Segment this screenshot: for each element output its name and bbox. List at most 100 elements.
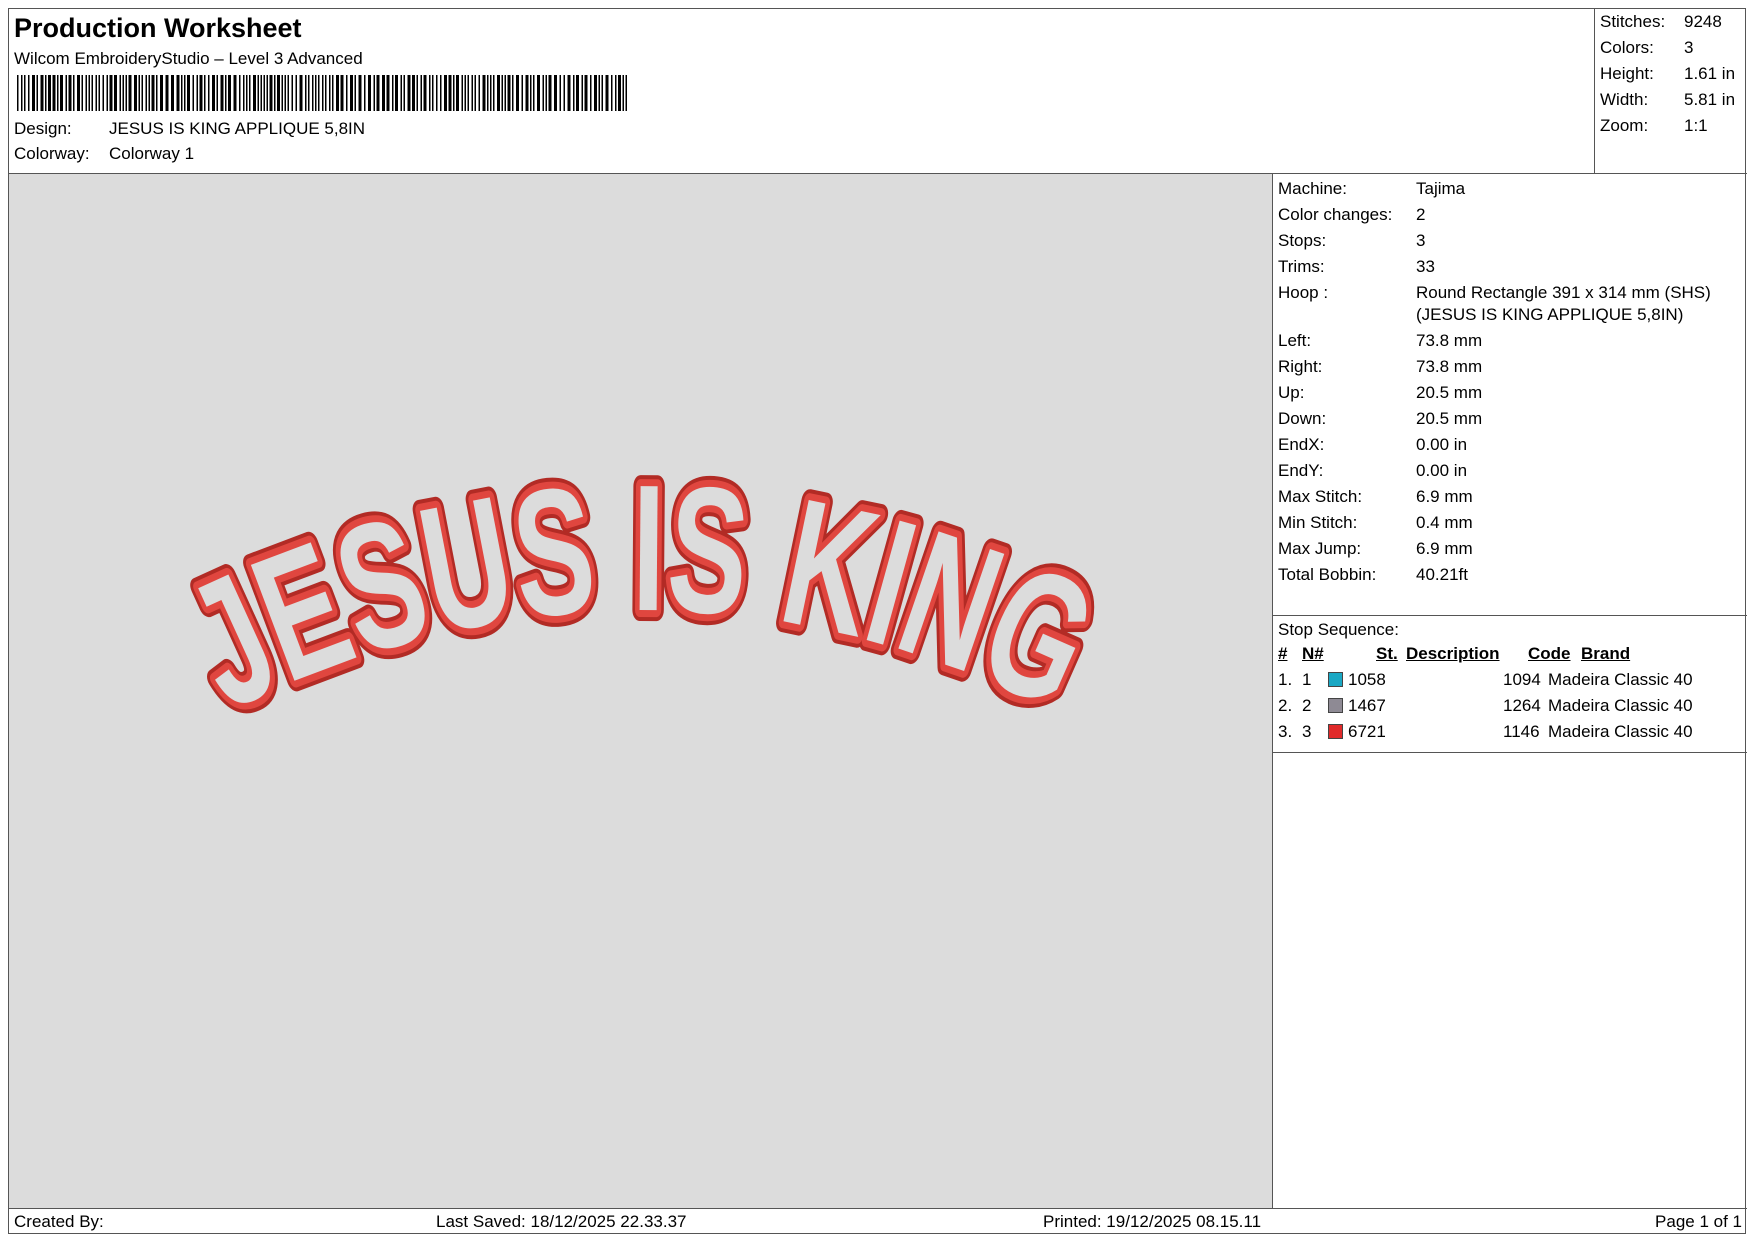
worksheet-footer: Created By: Last Saved: 18/12/2025 22.33… — [9, 1208, 1747, 1235]
barcode-bar — [233, 75, 237, 111]
info-label: Max Stitch: — [1278, 487, 1363, 506]
info-label: EndX: — [1278, 435, 1325, 454]
info-row: EndX: 0.00 in — [1278, 434, 1744, 456]
barcode-bar — [134, 75, 137, 111]
info-value: 20.5 mm — [1416, 409, 1483, 428]
barcode-bar — [68, 75, 72, 111]
barcode-bar — [308, 75, 310, 111]
barcode-bar — [257, 75, 259, 111]
barcode-bar — [601, 75, 603, 111]
barcode-bar — [260, 75, 262, 111]
barcode-bar — [98, 75, 100, 111]
barcode-bar — [48, 75, 51, 111]
cell-num: 2. — [1278, 696, 1293, 715]
cell-st: 6721 — [1348, 722, 1386, 741]
info-label: Down: — [1278, 409, 1327, 428]
barcode-bar — [246, 75, 248, 111]
info-value: 6.9 mm — [1416, 539, 1473, 558]
barcode-bar — [474, 75, 476, 111]
barcode-bar — [364, 75, 366, 111]
page-number: Page 1 of 1 — [1655, 1212, 1742, 1231]
stat-width: Width: 5.81 in — [1600, 90, 1736, 109]
barcode-bar — [119, 75, 121, 111]
software-name: Wilcom EmbroideryStudio – Level 3 Advanc… — [14, 49, 363, 68]
design-text-inner: JESUS IS KING — [160, 448, 1121, 747]
barcode-bar — [85, 75, 87, 111]
design-row: Design: JESUS IS KING APPLIQUE 5,8IN — [14, 119, 365, 139]
worksheet: Production Worksheet Wilcom EmbroiderySt… — [8, 8, 1747, 1235]
barcode-bar — [581, 75, 583, 111]
barcode-bar — [533, 75, 535, 111]
barcode-bar — [220, 75, 224, 111]
barcode-bar — [420, 75, 422, 111]
barcode-bar — [181, 75, 183, 111]
info-value: 2 — [1416, 205, 1426, 224]
cell-brand: Madeira Classic 40 — [1548, 696, 1693, 715]
barcode-bar — [28, 75, 30, 111]
info-row: Max Jump: 6.9 mm — [1278, 538, 1744, 560]
info-label: Stops: — [1278, 231, 1327, 250]
barcode-bar — [448, 75, 452, 111]
barcode-bar — [184, 75, 186, 111]
divider — [1273, 615, 1747, 616]
info-value: 73.8 mm — [1416, 357, 1483, 376]
barcode-bar — [249, 75, 251, 111]
barcode-bar — [573, 75, 575, 111]
info-row: Min Stitch: 0.4 mm — [1278, 512, 1744, 534]
info-value: Tajima — [1416, 179, 1466, 198]
barcode-bar — [594, 75, 597, 111]
barcode-bar — [24, 75, 26, 111]
barcode-bar — [392, 75, 394, 111]
barcode-bar — [21, 75, 23, 111]
cell-n: 3 — [1302, 722, 1312, 741]
barcode-bar — [36, 75, 38, 111]
barcode-bar — [151, 75, 155, 111]
barcode-bar — [497, 75, 500, 111]
barcode-bar — [618, 75, 621, 111]
barcode-bar — [295, 75, 297, 111]
barcode-bar — [530, 75, 532, 111]
cell-st: 1467 — [1348, 696, 1386, 715]
barcode-bar — [395, 75, 398, 111]
barcode-bar — [382, 75, 385, 111]
barcode-bar — [376, 75, 380, 111]
barcode-bar — [471, 75, 473, 111]
barcode-bar — [598, 75, 600, 111]
info-row: Color changes: 2 — [1278, 204, 1744, 226]
barcode-bar — [432, 75, 434, 111]
page-title: Production Worksheet — [14, 13, 302, 43]
barcode-bar — [350, 75, 353, 111]
barcode-bar — [315, 75, 317, 111]
barcode-bar — [461, 75, 463, 111]
barcode-bar — [403, 75, 405, 111]
barcode-bar — [322, 75, 324, 111]
barcode-bar — [73, 75, 75, 111]
barcode-bar — [145, 75, 147, 111]
colorway-label: Colorway: — [14, 144, 90, 163]
info-row: EndY: 0.00 in — [1278, 460, 1744, 482]
cell-code: 1094 — [1503, 670, 1541, 689]
barcode-bar — [625, 75, 627, 111]
barcode-bar — [212, 75, 215, 111]
barcode-bar — [274, 75, 276, 111]
barcode-bar — [545, 75, 547, 111]
machine-panel: Machine: Tajima Color changes: 2 Stops: 3 Trim… — [1273, 174, 1747, 1208]
info-label: Right: — [1278, 357, 1323, 376]
barcode-bar — [615, 75, 617, 111]
info-row: Left: 73.8 mm — [1278, 330, 1744, 352]
info-value: 33 — [1416, 257, 1435, 276]
barcode-bar — [407, 75, 411, 111]
barcode-bar — [444, 75, 447, 111]
info-row: Machine: Tajima — [1278, 178, 1744, 200]
barcode-bar — [423, 75, 427, 111]
barcode-bar — [436, 75, 438, 111]
barcode-bar — [482, 75, 486, 111]
cell-code: 1146 — [1503, 722, 1540, 741]
barcode-bar — [141, 75, 143, 111]
info-label: Machine: — [1278, 179, 1347, 198]
stop-sequence-title: Stop Sequence: — [1278, 620, 1399, 639]
barcode-bar — [60, 75, 63, 111]
info-value: 73.8 mm — [1416, 331, 1483, 350]
barcode-bar — [590, 75, 592, 111]
info-label: EndY: — [1278, 461, 1324, 480]
